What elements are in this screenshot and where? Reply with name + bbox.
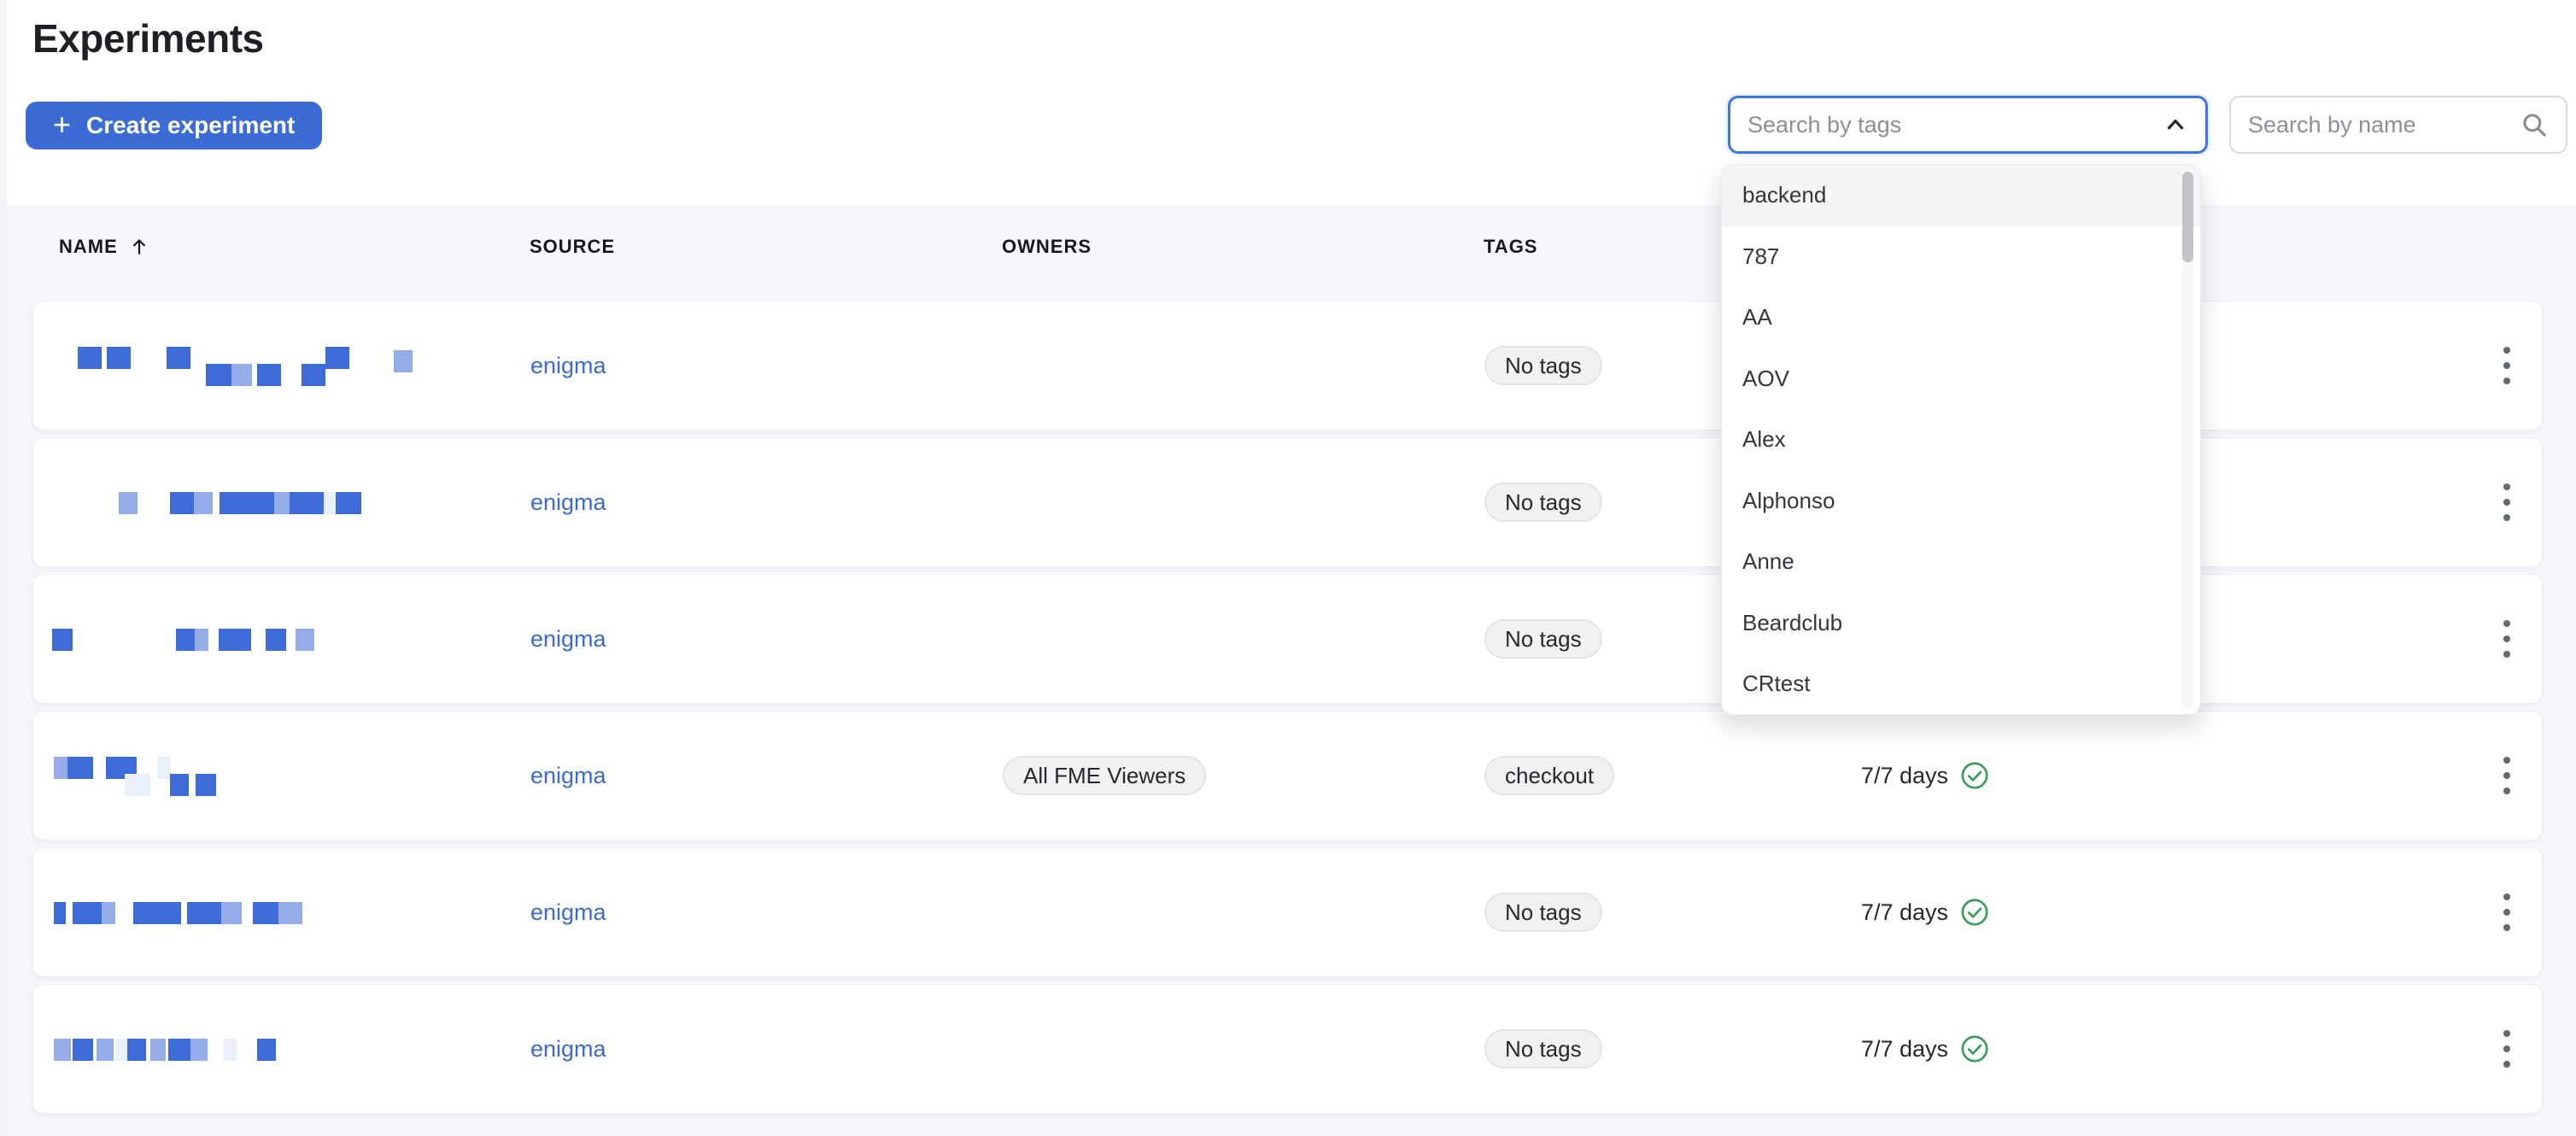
days-label: 7/7 days [1860,762,1948,788]
source-link[interactable]: enigma [530,575,606,703]
name-header-label: NAME [59,236,118,257]
tag-option-alphonso[interactable]: Alphonso [1722,471,2200,532]
column-header-owners[interactable]: OWNERS [1002,236,1092,258]
create-experiment-label: Create experiment [86,112,296,138]
name-search-placeholder: Search by name [2248,111,2416,138]
source-link[interactable]: enigma [530,985,606,1113]
page-title: Experiments [32,16,264,61]
days-cell: 7/7 days [1656,711,1989,840]
redacted-experiment-name [52,1028,513,1069]
create-experiment-button[interactable]: + Create experiment [26,102,323,149]
dropdown-scrollbar-track[interactable] [2182,172,2193,709]
no-tags-pill: No tags [1484,1029,1602,1069]
plus-icon: + [53,106,72,142]
tags-cell: No tags [1484,575,1602,703]
tags-cell: No tags [1484,985,1602,1113]
days-cell: 7/7 days [1656,985,1989,1113]
tag-option-aov[interactable]: AOV [1722,348,2200,410]
source-link[interactable]: enigma [530,711,606,840]
tag-option-crtest[interactable]: CRtest [1722,653,2200,715]
kebab-menu-button[interactable] [2490,711,2524,840]
no-tags-pill: No tags [1484,893,1602,932]
redacted-experiment-name [52,345,513,386]
search-by-tags-input[interactable]: Search by tags [1728,96,2208,154]
window-left-edge [0,0,7,1136]
column-header-source[interactable]: SOURCE [530,236,615,258]
dropdown-scrollbar-thumb[interactable] [2182,172,2193,262]
search-by-name-input[interactable]: Search by name [2229,96,2567,154]
kebab-menu-button[interactable] [2490,438,2524,566]
kebab-menu-button[interactable] [2490,302,2524,430]
tag-option-alex[interactable]: Alex [1722,409,2200,471]
tag-option-787[interactable]: 787 [1722,226,2200,288]
owners-header-label: OWNERS [1002,236,1092,257]
no-tags-pill: No tags [1484,346,1602,385]
table-row[interactable]: enigma All FME Viewers checkout 7/7 days [32,711,2543,840]
tag-option-anne[interactable]: Anne [1722,531,2200,593]
days-label: 7/7 days [1860,1035,1948,1062]
source-header-label: SOURCE [530,236,616,257]
no-tags-pill: No tags [1484,483,1602,522]
check-circle-icon [1960,898,1989,927]
tag-option-beardclub[interactable]: Beardclub [1722,593,2200,654]
tag-search-placeholder: Search by tags [1748,111,1902,138]
column-header-tags[interactable]: TAGS [1484,236,1537,258]
days-cell: 7/7 days [1656,848,1989,976]
redacted-experiment-name [52,892,513,933]
source-link[interactable]: enigma [530,438,606,566]
chevron-up-icon[interactable] [2163,112,2188,138]
table-row[interactable]: enigma No tags 7/7 days [32,847,2543,977]
redacted-experiment-name [52,755,513,796]
search-icon [2520,110,2549,139]
kebab-menu-button[interactable] [2490,575,2524,703]
tags-cell: checkout [1484,711,1615,840]
source-link[interactable]: enigma [530,302,606,430]
table-row[interactable]: enigma No tags 7/7 days [32,984,2543,1114]
days-label: 7/7 days [1860,899,1948,925]
check-circle-icon [1960,761,1989,790]
kebab-menu-button[interactable] [2490,848,2524,976]
sort-ascending-icon [132,239,146,255]
tags-cell: No tags [1484,438,1602,566]
redacted-experiment-name [52,482,513,523]
owners-cell: All FME Viewers [1003,711,1207,840]
tag-option-aa[interactable]: AA [1722,287,2200,348]
no-tags-pill: No tags [1484,619,1602,659]
redacted-experiment-name [52,618,513,659]
tags-header-label: TAGS [1484,236,1538,257]
check-circle-icon [1960,1034,1989,1063]
tag-search-dropdown: backend 787 AA AOV Alex Alphonso Anne Be… [1721,164,2201,715]
source-link[interactable]: enigma [530,848,606,976]
tags-cell: No tags [1484,302,1602,430]
column-header-name[interactable]: NAME [59,236,150,258]
kebab-menu-button[interactable] [2490,985,2524,1113]
tag-pill: checkout [1484,756,1615,795]
tags-cell: No tags [1484,848,1602,976]
owner-pill: All FME Viewers [1003,756,1207,795]
tag-option-backend[interactable]: backend [1722,165,2200,226]
